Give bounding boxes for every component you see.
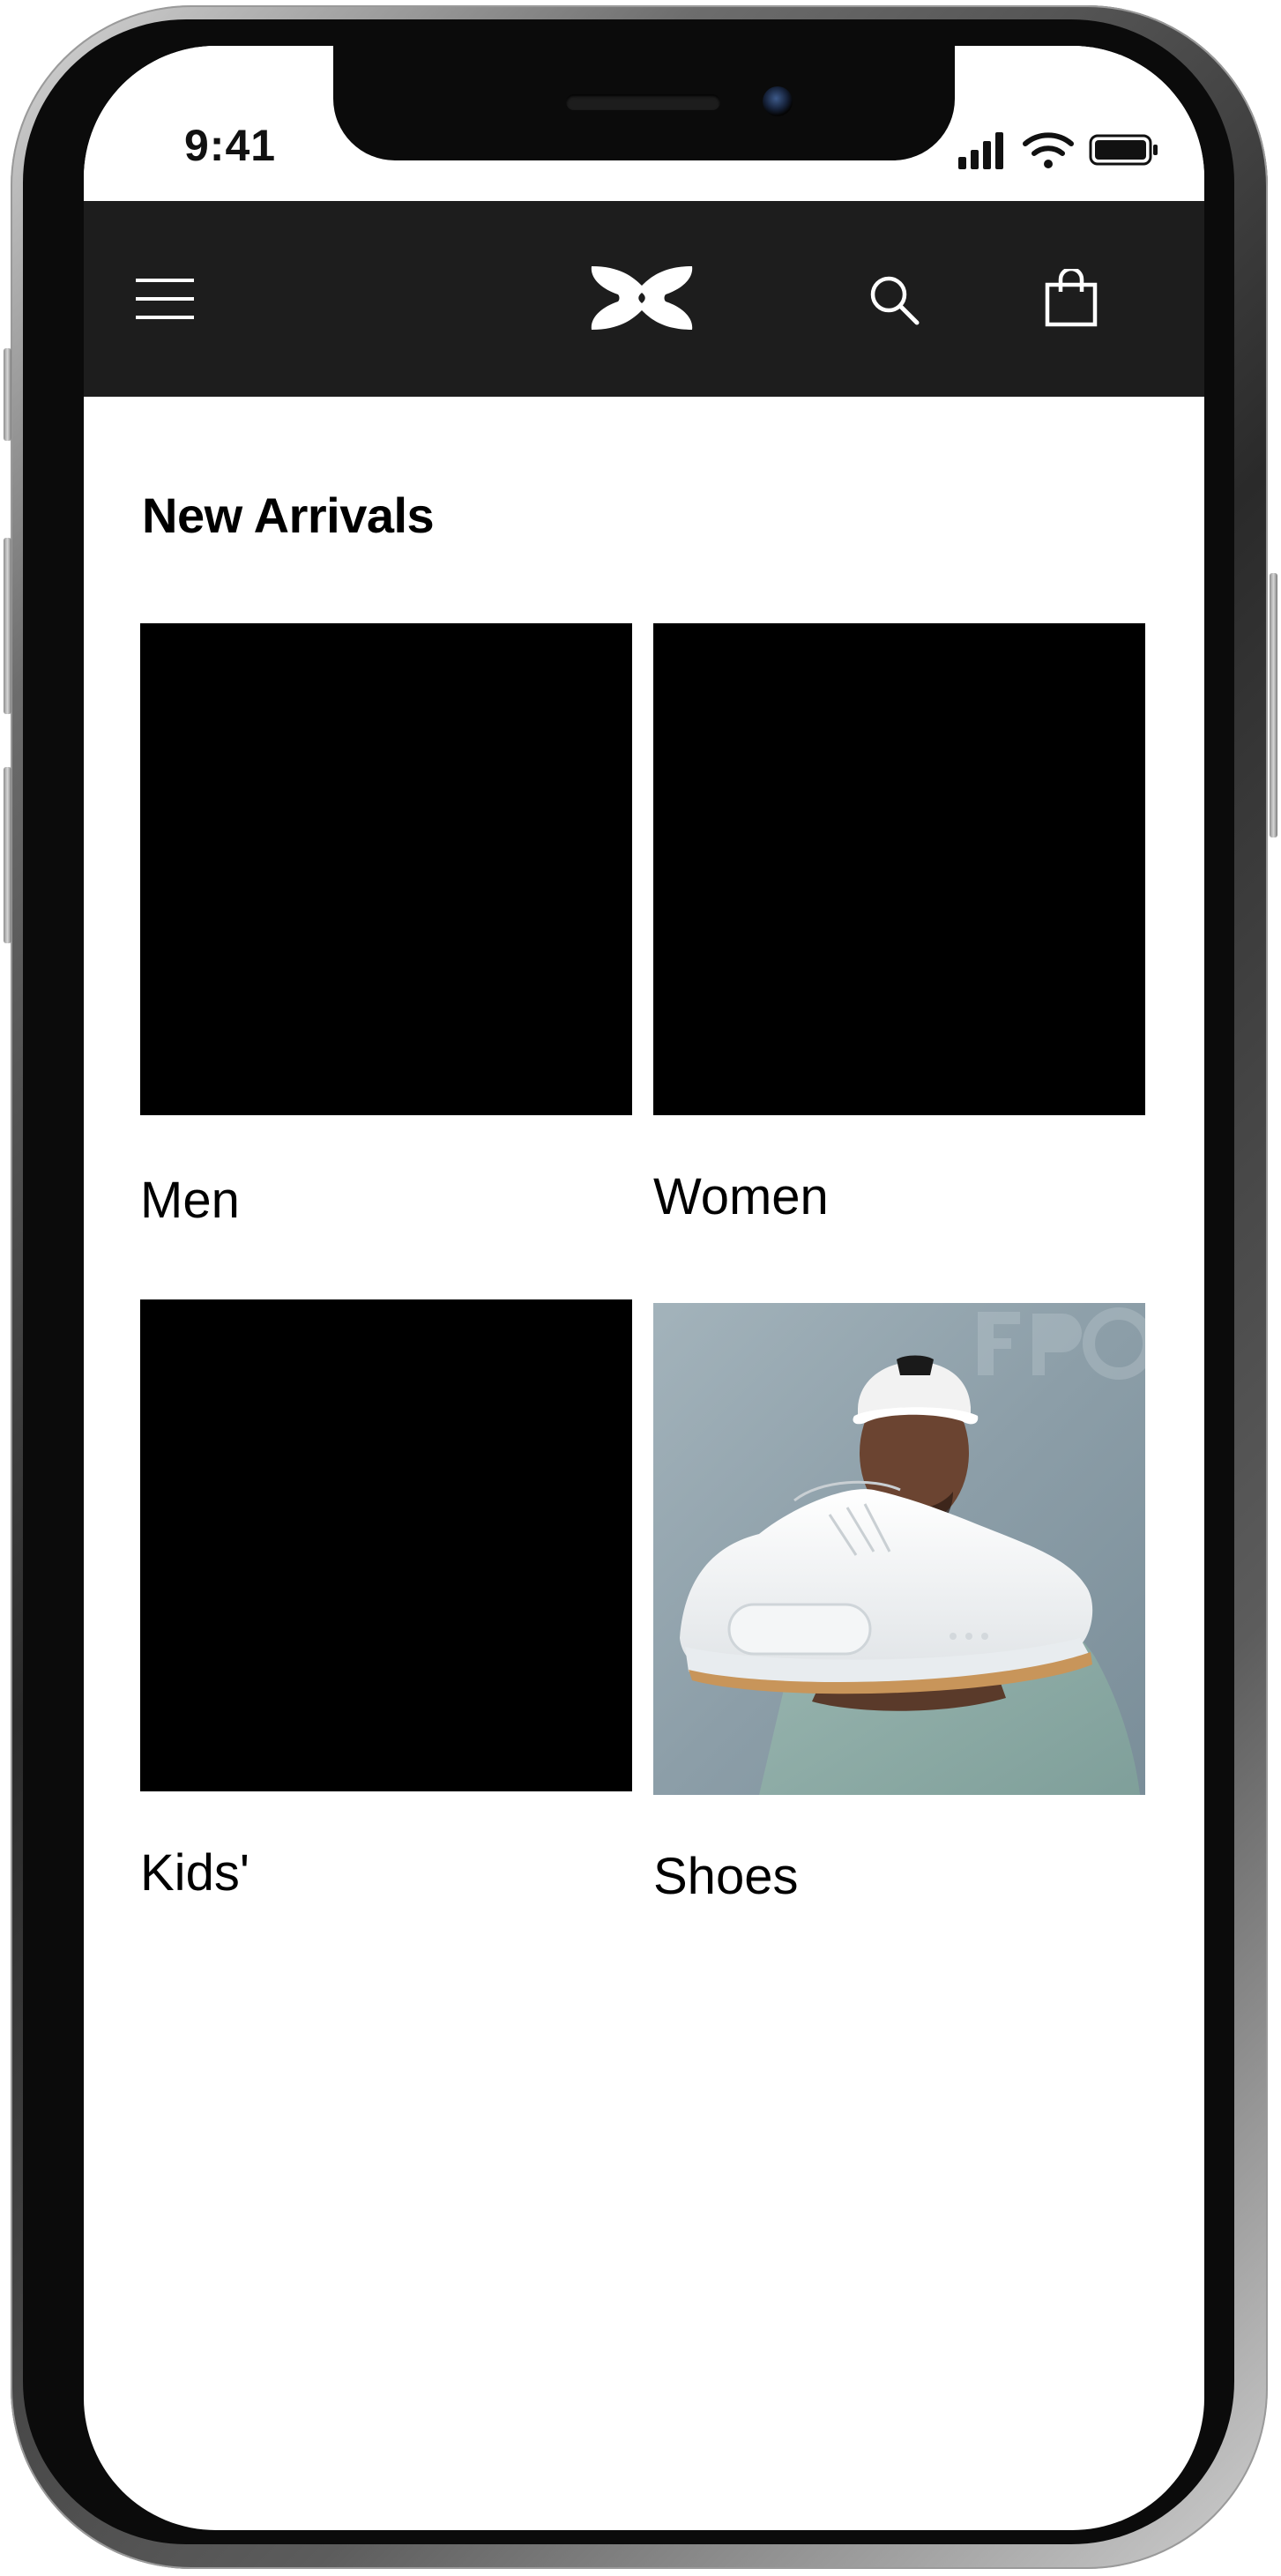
power-button [1270, 573, 1277, 838]
status-icons [958, 132, 1158, 169]
search-icon[interactable] [868, 273, 920, 326]
category-tile-shoes[interactable]: Shoes [653, 1303, 1145, 1902]
category-image-men[interactable] [140, 623, 632, 1115]
phone-screen: 9:41 New Arrivals Men Women Kids' Shoes [84, 46, 1204, 2530]
earpiece-speaker [566, 94, 720, 110]
category-label-shoes[interactable]: Shoes [653, 1851, 1145, 1902]
section-title: New Arrivals [142, 488, 435, 543]
category-image-kids[interactable] [140, 1299, 632, 1791]
under-armour-logo[interactable] [585, 263, 699, 333]
category-label-men[interactable]: Men [140, 1175, 632, 1226]
category-image-women[interactable] [653, 623, 1145, 1115]
shopping-bag-icon[interactable] [1045, 269, 1098, 327]
mute-switch [4, 348, 11, 441]
category-label-kids[interactable]: Kids' [140, 1848, 632, 1899]
app-header [84, 201, 1204, 397]
category-tile-kids[interactable]: Kids' [140, 1299, 632, 1899]
volume-up-button [4, 538, 11, 714]
category-image-shoes[interactable] [653, 1303, 1145, 1795]
category-tile-women[interactable]: Women [653, 623, 1145, 1223]
status-bar: 9:41 [84, 46, 1204, 201]
hamburger-menu-icon[interactable] [136, 277, 194, 321]
category-label-women[interactable]: Women [653, 1172, 1145, 1223]
category-tile-men[interactable]: Men [140, 623, 632, 1226]
status-time: 9:41 [184, 121, 277, 170]
cellular-signal-icon [958, 132, 1003, 169]
man-holding-white-sneaker-photo [653, 1303, 1145, 1795]
page: 9:41 New Arrivals Men Women Kids' Shoes [0, 0, 1281, 2576]
battery-icon [1089, 134, 1158, 166]
wifi-icon [1023, 132, 1074, 168]
volume-down-button [4, 767, 11, 943]
front-camera [763, 86, 793, 116]
